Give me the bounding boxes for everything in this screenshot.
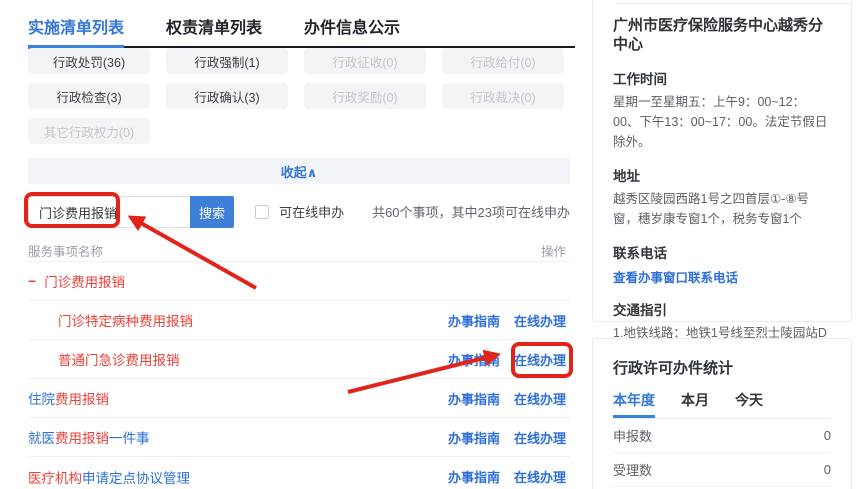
divider [617, 3, 851, 4]
online-filter-checkbox[interactable] [255, 204, 270, 219]
service-name[interactable]: 费用报销 [55, 388, 109, 408]
stats-value: 0 [823, 462, 831, 477]
stats-title: 行政许可办件统计 [613, 360, 734, 377]
contact-phone-heading: 联系电话 [613, 245, 667, 261]
service-table: 服务事项名称 操作 − 门诊费用报销 门诊特定病种费用报销 办事指南 在线办理 … [28, 240, 570, 489]
category-penalty-button[interactable]: 行政处罚(36) [28, 48, 150, 74]
stats-tabbar: 本年度 本月 今天 [613, 390, 831, 419]
online-apply-link[interactable]: 在线办理 [514, 428, 566, 447]
online-apply-link[interactable]: 在线办理 [514, 350, 566, 369]
guide-link[interactable]: 办事指南 [448, 467, 500, 486]
service-name[interactable]: 普通门急诊费用报销 [58, 349, 180, 369]
category-levy-button[interactable]: 行政征收(0) [304, 48, 426, 74]
search-input[interactable] [28, 196, 190, 228]
guide-link[interactable]: 办事指南 [448, 428, 500, 447]
tab-implementation-list[interactable]: 实施清单列表 [28, 8, 125, 49]
category-reward-button[interactable]: 行政奖励(0) [304, 83, 426, 109]
table-row: 住院 费用报销 办事指南 在线办理 [28, 379, 570, 418]
stats-tab-month[interactable]: 本月 [681, 390, 709, 418]
online-apply-link[interactable]: 在线办理 [514, 311, 566, 330]
category-ruling-button[interactable]: 行政裁决(0) [442, 83, 564, 109]
category-grid: 行政处罚(36) 行政强制(1) 行政征收(0) 行政给付(0) 行政检查(3)… [28, 48, 570, 144]
table-header: 服务事项名称 操作 [28, 240, 570, 262]
category-confirmation-button[interactable]: 行政确认(3) [166, 83, 288, 109]
table-row: 门诊特定病种费用报销 办事指南 在线办理 [28, 301, 570, 340]
table-row: 医疗机构 申请定点协议管理 办事指南 在线办理 [28, 457, 570, 489]
items-count-summary: 共60个事项，其中23项可在线申办 [372, 205, 570, 220]
stats-value: 0 [823, 428, 831, 443]
stats-label: 受理数 [613, 463, 653, 478]
tab-responsibility-list[interactable]: 权责清单列表 [166, 8, 262, 46]
online-apply-link[interactable]: 在线办理 [514, 467, 566, 486]
guide-link[interactable]: 办事指南 [448, 350, 500, 369]
service-name[interactable]: 门诊费用报销 [44, 271, 125, 291]
main-tabbar: 实施清单列表 权责清单列表 办件信息公示 [28, 8, 575, 49]
address-text: 越秀区陵园西路1号之四首层①-⑧号窗，穗岁康专窗1个，税务专窗1个 [613, 191, 810, 226]
stats-label: 申报数 [613, 429, 653, 444]
tab-case-info[interactable]: 办件信息公示 [304, 8, 400, 46]
stats-tab-year[interactable]: 本年度 [613, 390, 655, 418]
online-apply-link[interactable]: 在线办理 [514, 389, 566, 408]
table-row-parent: − 门诊费用报销 [28, 262, 570, 301]
service-name[interactable]: 门诊特定病种费用报销 [58, 310, 193, 330]
license-stats-card: 行政许可办件统计 本年度 本月 今天 申报数 0 受理数 0 不予受理数 0 [592, 338, 852, 489]
category-inspection-button[interactable]: 行政检查(3) [28, 83, 150, 109]
category-other-button[interactable]: 其它行政权力(0) [28, 118, 150, 144]
table-row: 就医 费用报销 一件事 办事指南 在线办理 [28, 418, 570, 457]
online-filter-label: 可在线申办 [279, 205, 345, 220]
service-name[interactable]: 费用报销 [55, 427, 109, 447]
guide-link[interactable]: 办事指南 [448, 311, 500, 330]
work-hours-heading: 工作时间 [613, 71, 667, 87]
guide-link[interactable]: 办事指南 [448, 389, 500, 408]
name-column-header: 服务事项名称 [28, 245, 104, 259]
service-name[interactable]: 医疗机构 [28, 467, 82, 487]
online-filter: 可在线申办 共60个事项，其中23项可在线申办 [255, 202, 570, 221]
stats-row-accepted: 受理数 0 [613, 453, 831, 487]
collapse-bar[interactable]: 收起∧ [28, 158, 570, 184]
service-center-card: 广州市医疗保险服务中心越秀分中心 工作时间 星期一至星期五：上午9：00~12：… [592, 0, 852, 426]
view-window-phones-link[interactable]: 查看办事窗口联系电话 [613, 267, 831, 286]
category-coercion-button[interactable]: 行政强制(1) [166, 48, 288, 74]
stats-tab-today[interactable]: 今天 [735, 390, 763, 418]
transport-guide-heading: 交通指引 [613, 302, 667, 318]
search-button[interactable]: 搜索 [190, 196, 234, 228]
service-center-title: 广州市医疗保险服务中心越秀分中心 [613, 17, 824, 53]
collapse-minus-icon[interactable]: − [28, 273, 36, 289]
stats-row-declared: 申报数 0 [613, 419, 831, 453]
action-column-header: 操作 [540, 245, 566, 259]
address-heading: 地址 [613, 168, 640, 184]
work-hours-text: 星期一至星期五：上午9：00~12：00、下午13：00~17：00。法定节假日… [613, 94, 828, 149]
table-row: 普通门急诊费用报销 办事指南 在线办理 [28, 340, 570, 379]
category-payment-button[interactable]: 行政给付(0) [442, 48, 564, 74]
